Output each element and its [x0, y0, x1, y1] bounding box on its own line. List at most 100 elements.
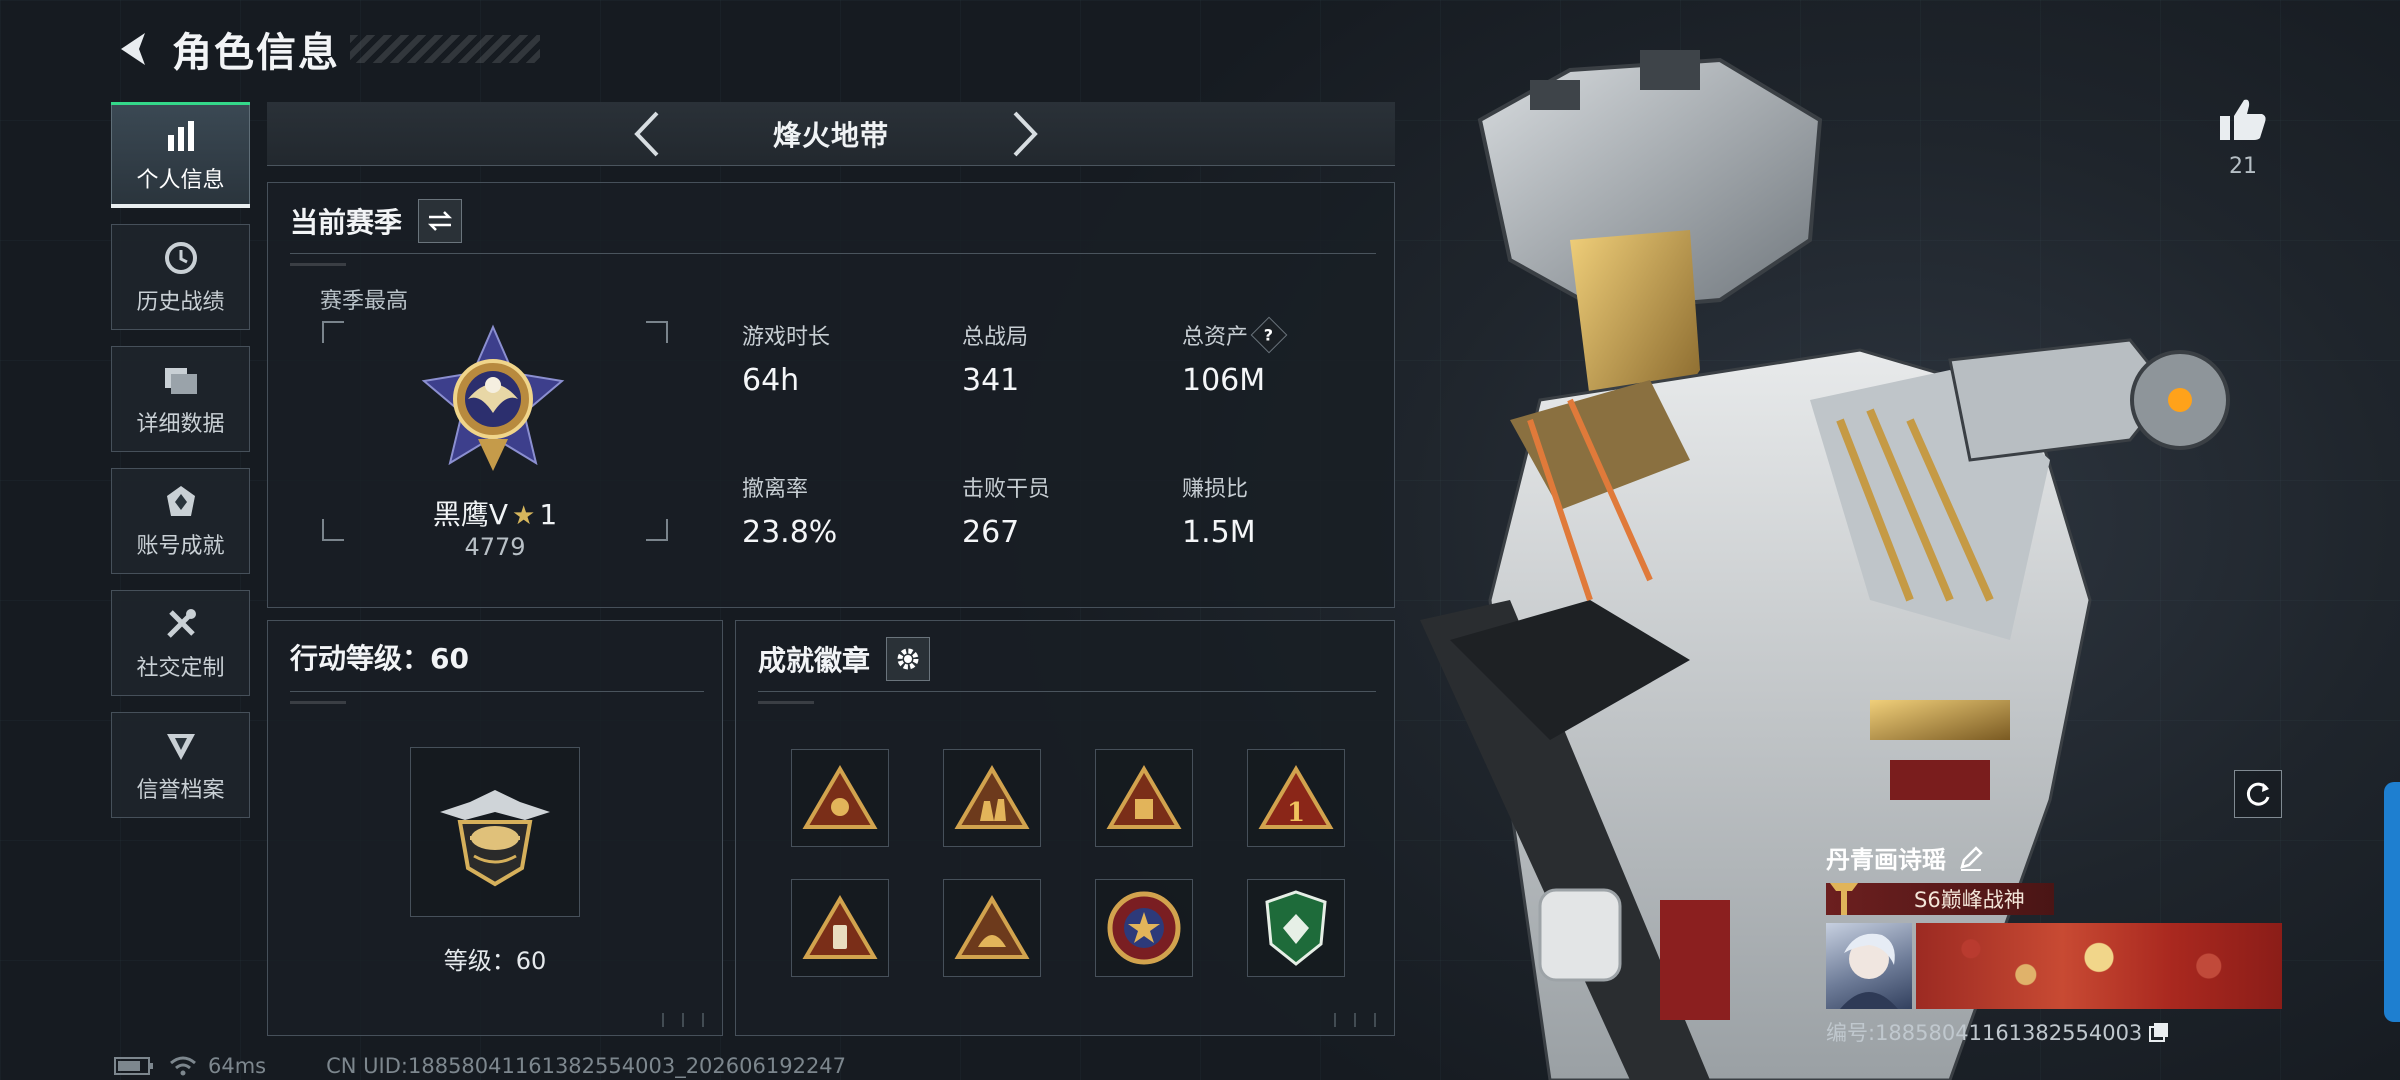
rotate-icon	[2246, 782, 2270, 806]
back-button[interactable]	[110, 26, 156, 72]
stat-value: 341	[962, 363, 1020, 398]
sidebar-item-label: 个人信息	[136, 168, 225, 193]
helicopter-emblem-icon	[440, 790, 550, 887]
swap-icon	[427, 211, 453, 231]
wifi-icon	[170, 1056, 196, 1076]
sidebar-item-achievements[interactable]: 账号成就	[111, 468, 250, 574]
player-title: S6巅峰战神	[1914, 888, 2025, 912]
player-name: 丹青画诗瑶	[1826, 846, 1946, 874]
stat-value: 1.5M	[1182, 515, 1256, 550]
player-id: 编号:18858041161382554003	[1826, 1021, 2143, 1045]
player-card: 丹青画诗瑶 S6巅峰战神 编号:18858041161382554003	[1826, 840, 2286, 1047]
svg-text:1: 1	[1287, 798, 1305, 828]
history-clock-icon	[161, 238, 201, 278]
sidebar-item-label: 详细数据	[136, 412, 225, 437]
bar-chart-icon	[161, 116, 201, 156]
stat-playtime: 游戏时长 64h	[742, 319, 942, 398]
triangle-crate-icon	[1106, 765, 1182, 829]
badge-slot[interactable]	[791, 749, 889, 847]
badge-slot[interactable]	[943, 879, 1041, 977]
season-panel: 当前赛季 赛季最高 黑鹰V★1 4779 游戏时长 64h 总战局 341	[267, 182, 1395, 608]
battery-icon	[114, 1057, 153, 1075]
stat-label: 撤离率	[742, 477, 809, 502]
stat-label: 赚损比	[1182, 477, 1249, 502]
rank-stars: 1	[539, 498, 558, 531]
badge-slot[interactable]	[1095, 749, 1193, 847]
action-level-title: 行动等级：60	[290, 642, 469, 675]
round-star-emblem-icon	[1107, 891, 1181, 965]
divider	[290, 253, 1376, 266]
page-title: 角色信息	[172, 30, 340, 76]
triangle-emblem-icon	[802, 765, 878, 829]
badge-slot[interactable]	[943, 749, 1041, 847]
sidebar-item-label: 信誉档案	[136, 778, 225, 803]
sidebar-item-profile[interactable]: 个人信息	[111, 102, 250, 208]
uid-text: CN UID:18858041161382554003_202606192247	[326, 1054, 847, 1078]
star-icon: ★	[512, 501, 536, 531]
credit-shield-icon	[161, 726, 201, 766]
sidebar-item-history[interactable]: 历史战绩	[111, 224, 250, 330]
rank-display: 黑鹰V ★ 1 4779	[322, 321, 668, 561]
season-title: 当前赛季	[290, 206, 403, 239]
stat-total-matches: 总战局 341	[962, 319, 1162, 398]
stat-label: 击败干员	[962, 477, 1051, 502]
back-arrow-icon	[121, 33, 145, 65]
copy-icon[interactable]	[2148, 1021, 2170, 1043]
achievement-badges-panel: 成就徽章 1	[735, 620, 1395, 1036]
stat-extract-rate: 撤离率 23.8%	[742, 471, 942, 550]
achievement-icon	[161, 482, 201, 522]
badge-slot[interactable]	[791, 879, 889, 977]
rank-name-line: 黑鹰V ★ 1	[322, 493, 668, 533]
badge-settings-button[interactable]	[886, 637, 931, 681]
avatar-portrait	[1840, 933, 1898, 1009]
stat-total-assets: 总资产? 106M	[1182, 316, 1382, 398]
badge-slot[interactable]	[1247, 879, 1345, 977]
gear-icon	[897, 648, 919, 670]
title-emblem-icon	[1830, 883, 1858, 915]
mode-title: 烽火地带	[772, 118, 889, 152]
sidebar-item-details[interactable]: 详细数据	[111, 346, 250, 452]
stat-value: 23.8%	[742, 515, 838, 550]
avatar[interactable]	[1826, 923, 1912, 1009]
folder-icon	[161, 360, 201, 400]
divider	[290, 691, 704, 704]
mode-next-button[interactable]	[1001, 110, 1049, 158]
stat-label: 总战局	[962, 325, 1029, 350]
switch-season-button[interactable]	[418, 199, 463, 243]
achievement-title: 成就徽章	[758, 644, 871, 677]
stat-profit-ratio: 赚损比 1.5M	[1182, 471, 1382, 550]
triangle-number-one-icon: 1	[1258, 765, 1334, 829]
rotate-model-button[interactable]	[2234, 770, 2282, 818]
green-shield-emblem-icon	[1265, 890, 1327, 966]
level-badge[interactable]	[410, 747, 580, 917]
help-icon[interactable]: ?	[1250, 316, 1288, 354]
stat-label: 总资产	[1182, 325, 1249, 350]
side-drawer-handle[interactable]	[2384, 782, 2400, 1022]
rank-name: 黑鹰V	[432, 498, 508, 531]
ping-value: 64ms	[208, 1054, 267, 1078]
chevron-left-icon	[634, 111, 659, 157]
thumbs-up-icon	[2220, 99, 2266, 140]
level-label: 等级：60	[443, 947, 547, 975]
corner-decoration	[656, 1013, 712, 1027]
triangle-helmet-icon	[954, 895, 1030, 959]
badge-slot[interactable]: 1	[1247, 749, 1345, 847]
like-button[interactable]: 21	[2216, 96, 2270, 179]
stat-kills: 击败干员 267	[962, 471, 1162, 550]
mode-prev-button[interactable]	[623, 110, 671, 158]
triangle-canister-icon	[802, 895, 878, 959]
status-bar: 64ms CN UID:18858041161382554003_2026061…	[114, 1054, 846, 1078]
season-best-label: 赛季最高	[320, 289, 409, 314]
sidebar-item-credit[interactable]: 信誉档案	[111, 712, 250, 818]
corner-decoration	[1328, 1013, 1384, 1027]
sidebar-item-label: 账号成就	[136, 534, 225, 559]
profile-banner[interactable]	[1916, 923, 2282, 1009]
player-title-badge: S6巅峰战神	[1826, 883, 2054, 915]
action-level-panel: 行动等级：60 等级：60	[267, 620, 723, 1036]
edit-pencil-icon[interactable]	[1958, 845, 1984, 871]
badge-grid: 1	[791, 749, 1345, 977]
sidebar-item-social[interactable]: 社交定制	[111, 590, 250, 696]
badge-slot[interactable]	[1095, 879, 1193, 977]
divider	[758, 691, 1376, 704]
title-decoration	[350, 35, 540, 63]
